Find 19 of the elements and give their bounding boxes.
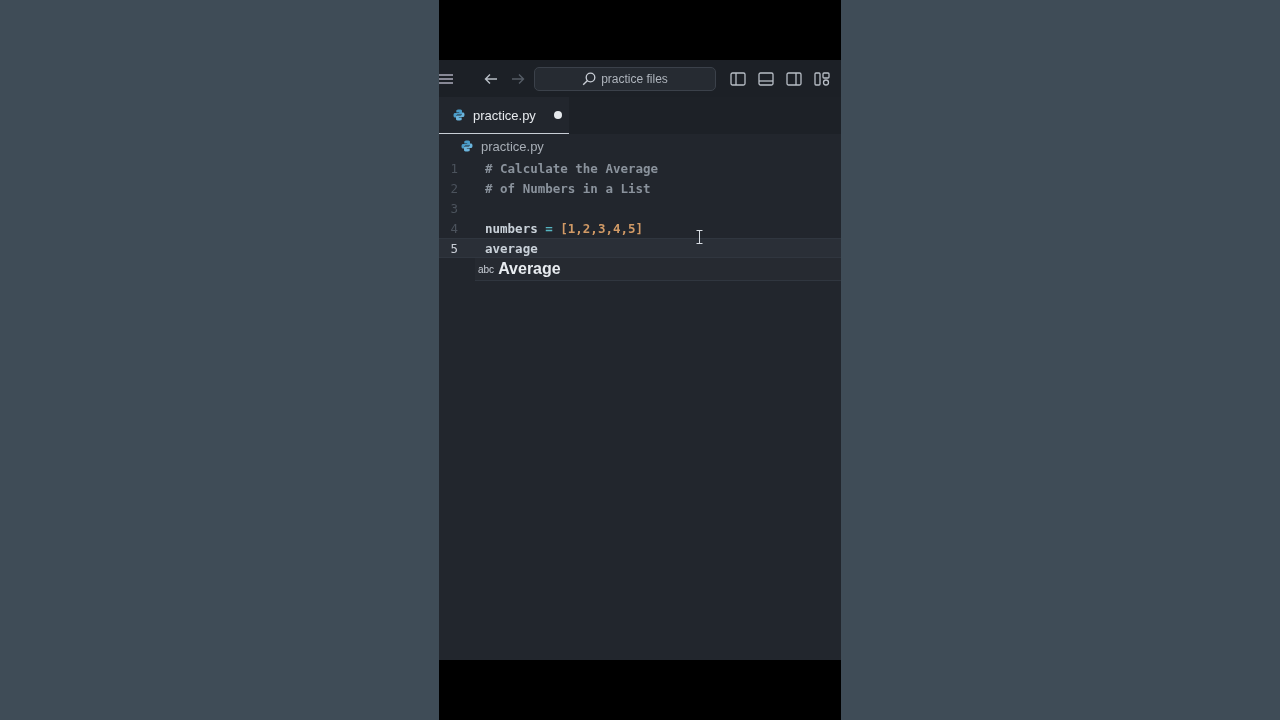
code-line: average: [485, 240, 538, 256]
menu-icon[interactable]: [439, 73, 453, 84]
text-cursor-icon: [696, 230, 703, 244]
search-field[interactable]: practice files: [534, 66, 716, 91]
code-line: numbers = [1,2,3,4,5]: [485, 220, 644, 236]
python-file-icon: [461, 140, 473, 152]
line-number: 5: [449, 240, 459, 256]
search-icon: [582, 71, 597, 86]
code-line: # of Numbers in a List: [485, 180, 651, 196]
python-file-icon: [453, 109, 465, 121]
breadcrumb-item[interactable]: practice.py: [481, 138, 544, 154]
layout-icon[interactable]: [814, 71, 830, 86]
code-line: # Calculate the Average: [485, 160, 659, 176]
autocomplete-item[interactable]: abc Average: [475, 258, 841, 281]
panel-toggle-icon[interactable]: [758, 71, 774, 86]
editor-tab[interactable]: practice.py: [439, 97, 569, 134]
back-arrow-icon[interactable]: [484, 72, 498, 85]
secondary-sidebar-icon[interactable]: [786, 71, 802, 86]
sidebar-toggle-icon[interactable]: [730, 71, 746, 86]
